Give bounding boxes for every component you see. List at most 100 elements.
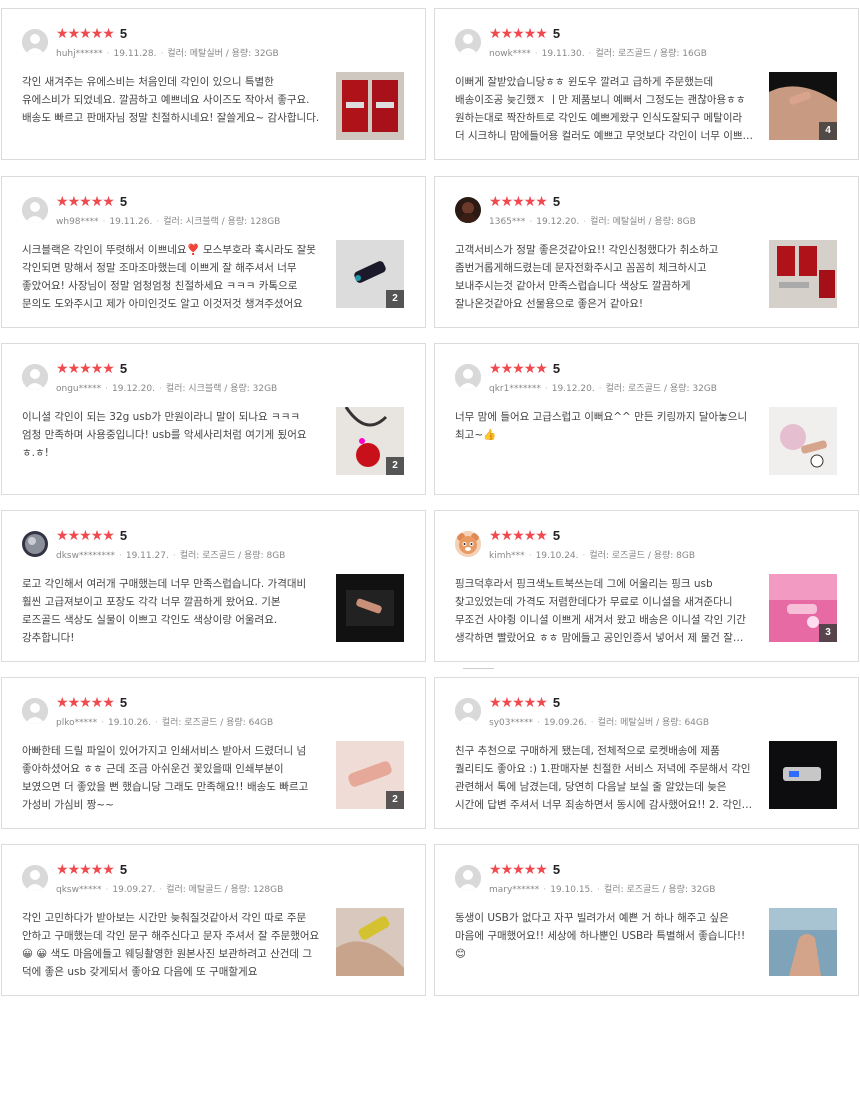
star-icon: ★ [79, 26, 92, 42]
review-card[interactable]: ★ ★ ★ ★ ★ 5 wh98**** · 19.11.26. · 컬러: 시크블랙 / 용량: … [1, 176, 426, 328]
meta-separator: · [172, 551, 176, 561]
review-photo[interactable] [769, 240, 837, 308]
review-photo[interactable] [336, 908, 404, 976]
product-option: 컬러: 로즈골드 / 용량: 64GB [161, 718, 274, 728]
star-icon: ★ [67, 862, 81, 878]
review-text[interactable]: 각인 고민하다가 받아보는 시간만 늦춰질것같아서 각인 따로 주문 안하고 구… [22, 909, 322, 981]
reviewer-name: 1365*** [489, 217, 526, 227]
meta-separator: · [583, 217, 587, 227]
review-text[interactable]: 시크블랙은 각인이 뚜렷해서 이쁘네요❣️ 모스부호라 혹시라도 잘못 각인되면… [22, 241, 322, 313]
review-photo[interactable]: 3 [769, 574, 837, 642]
review-date: 19.09.27. [112, 885, 156, 895]
star-icon: ★ [79, 194, 92, 210]
reviewer-name: mary****** [489, 885, 540, 895]
star-icon: ★ [56, 194, 69, 210]
review-card[interactable]: ★ ★ ★ ★ ★ 5 qksw***** · 19.09.27. · 컬러: 메탈골드 / 용량:… [1, 844, 426, 996]
review-photo[interactable]: 2 [336, 741, 404, 809]
review-card[interactable]: ★ ★ ★ ★ ★ 5 nowk**** · 19.11.30. · 컬러: 로즈골드 / 용량: … [434, 8, 859, 160]
review-photo[interactable]: 2 [336, 240, 404, 308]
rating-score: 5 [552, 862, 561, 877]
meta-separator: · [536, 718, 540, 728]
star-icon: ★ [500, 194, 514, 210]
meta-separator: · [588, 49, 592, 59]
review-card[interactable]: ★ ★ ★ ★ ★ 5 sy03***** · 19.09.26. · 컬러: 메탈실버 / 용량:… [434, 677, 859, 829]
review-card[interactable]: ★ ★ ★ ★ ★ 5 dksw******** · 19.11.27. · 컬러: 로즈골드 / … [1, 510, 426, 662]
review-photo[interactable] [769, 741, 837, 809]
review-text[interactable]: 이니셜 각인이 되는 32g usb가 만원이라니 말이 되나요 ㅋㅋㅋ 엄청 … [22, 408, 322, 462]
reviewer-name: wh98**** [56, 217, 99, 227]
avatar [22, 865, 48, 891]
star-icon: ★ [500, 361, 514, 377]
meta-separator: · [529, 217, 533, 227]
product-option: 컬러: 로즈골드 / 용량: 32GB [604, 885, 716, 895]
review-photo[interactable] [336, 574, 404, 642]
review-photo[interactable]: 4 [769, 72, 837, 140]
star-icon: ★ [56, 695, 69, 711]
review-text[interactable]: 아빠한테 드릴 파일이 있어가지고 인쇄서비스 받아서 드렸더니 넘 좋아하셨어… [22, 742, 322, 814]
review-text[interactable]: 로고 각인해서 여러개 구매했는데 너무 만족스럽습니다. 가격대비 훨씬 고급… [22, 575, 322, 647]
star-icon: ★ [79, 528, 92, 544]
review-photo[interactable] [336, 72, 404, 140]
review-card[interactable]: ★ ★ ★ ★ ★ 5 qkr1******* · 19.12.20. · 컬러: 로즈골드 / 용… [434, 343, 859, 495]
star-icon: ★ [512, 26, 525, 42]
review-date: 19.12.20. [112, 384, 155, 394]
star-icon: ★ [56, 862, 69, 878]
reviewer-name: nowk**** [489, 49, 531, 59]
review-card[interactable]: ★ ★ ★ ★ ★ 5 1365*** · 19.12.20. · 컬러: 메탈실버 / 용량: 8… [434, 176, 859, 328]
rating-stars: ★ ★ ★ ★ ★ 5 [56, 862, 127, 878]
star-icon: ★ [489, 194, 502, 210]
review-text[interactable]: 친구 추천으로 구매하게 됐는데, 전체적으로 로켓배송에 제품 퀄리티도 좋아… [455, 742, 755, 814]
review-meta: wh98**** · 19.11.26. · 컬러: 시크블랙 / 용량: 128GB [56, 214, 280, 227]
meta-separator: · [106, 49, 110, 59]
star-icon: ★ [56, 528, 69, 544]
review-photo[interactable]: 2 [336, 407, 404, 475]
review-meta: 1365*** · 19.12.20. · 컬러: 메탈실버 / 용량: 8GB [489, 214, 696, 227]
star-icon: ★ [535, 194, 548, 210]
review-date: 19.10.24. [535, 551, 579, 561]
review-photo[interactable] [769, 407, 837, 475]
review-card[interactable]: ★ ★ ★ ★ ★ 5 kimh*** · 19.10.24. · 컬러: 로즈골드 / 용량: 8… [434, 510, 859, 662]
meta-separator: · [118, 551, 122, 561]
avatar [455, 865, 481, 891]
star-icon: ★ [523, 26, 537, 42]
meta-separator: · [159, 885, 163, 895]
meta-separator: · [154, 718, 158, 728]
review-photo[interactable] [769, 908, 837, 976]
product-option: 컬러: 시크블랙 / 용량: 32GB [165, 384, 278, 394]
review-text[interactable]: 이뻐게 잘받았습니당ㅎㅎ 윈도우 깔려고 급하게 주문했는데 배송이조공 늦긴했… [455, 73, 755, 145]
meta-separator: · [544, 384, 548, 394]
star-icon: ★ [500, 862, 514, 878]
review-text[interactable]: 고객서비스가 정말 좋은것같아요!! 각인신청했다가 취소하고 좀번거롭게해드렸… [455, 241, 755, 313]
meta-separator: · [156, 217, 160, 227]
review-card[interactable]: ★ ★ ★ ★ ★ 5 plko***** · 19.10.26. · 컬러: 로즈골드 / 용량:… [1, 677, 426, 829]
photo-count-badge: 2 [386, 290, 404, 308]
photo-count-badge: 2 [386, 457, 404, 475]
meta-separator: · [582, 551, 586, 561]
review-text[interactable]: 동생이 USB가 없다고 자꾸 빌려가서 예쁜 거 하나 해주고 싶은 마음에 … [455, 909, 755, 963]
photo-count-badge: 4 [819, 122, 837, 140]
star-icon: ★ [90, 26, 104, 42]
review-card[interactable]: ★ ★ ★ ★ ★ 5 huhj****** · 19.11.28. · 컬러: 메탈실버 / 용량… [1, 8, 426, 160]
reviewer-name: qksw***** [56, 885, 102, 895]
review-text[interactable]: 핑크덕후라서 핑크색노트북쓰는데 그에 어울리는 핑크 usb 찾고있었는데 가… [455, 575, 755, 647]
rating-score: 5 [552, 26, 561, 41]
rating-stars: ★ ★ ★ ★ ★ 5 [56, 695, 127, 711]
star-icon: ★ [500, 26, 514, 42]
star-icon: ★ [102, 26, 115, 42]
review-card[interactable]: ★ ★ ★ ★ ★ 5 ongu***** · 19.12.20. · 컬러: 시크블랙 / 용량:… [1, 343, 426, 495]
star-icon: ★ [67, 695, 81, 711]
star-icon: ★ [489, 361, 502, 377]
review-card[interactable]: ★ ★ ★ ★ ★ 5 mary****** · 19.10.15. · 컬러: 로즈골드 / 용량… [434, 844, 859, 996]
rating-stars: ★ ★ ★ ★ ★ 5 [56, 26, 127, 42]
rating-stars: ★ ★ ★ ★ ★ 5 [489, 695, 560, 711]
reviewer-name: ongu***** [56, 384, 102, 394]
product-option: 컬러: 메탈실버 / 용량: 32GB [167, 49, 279, 59]
avatar [455, 364, 481, 390]
rating-stars: ★ ★ ★ ★ ★ 5 [489, 26, 560, 42]
review-text[interactable]: 각인 새겨주는 유에스비는 처음인데 각인이 있으니 특별한 유에스비가 되었네… [22, 73, 322, 127]
review-date: 19.12.20. [536, 217, 580, 227]
star-icon: ★ [535, 361, 548, 377]
rating-stars: ★ ★ ★ ★ ★ 5 [56, 361, 127, 377]
review-text[interactable]: 너무 맘에 들어요 고급스럽고 이뻐요^^ 만든 키링까지 달아놓으니 최고~👍 [455, 408, 755, 444]
star-icon: ★ [102, 528, 115, 544]
